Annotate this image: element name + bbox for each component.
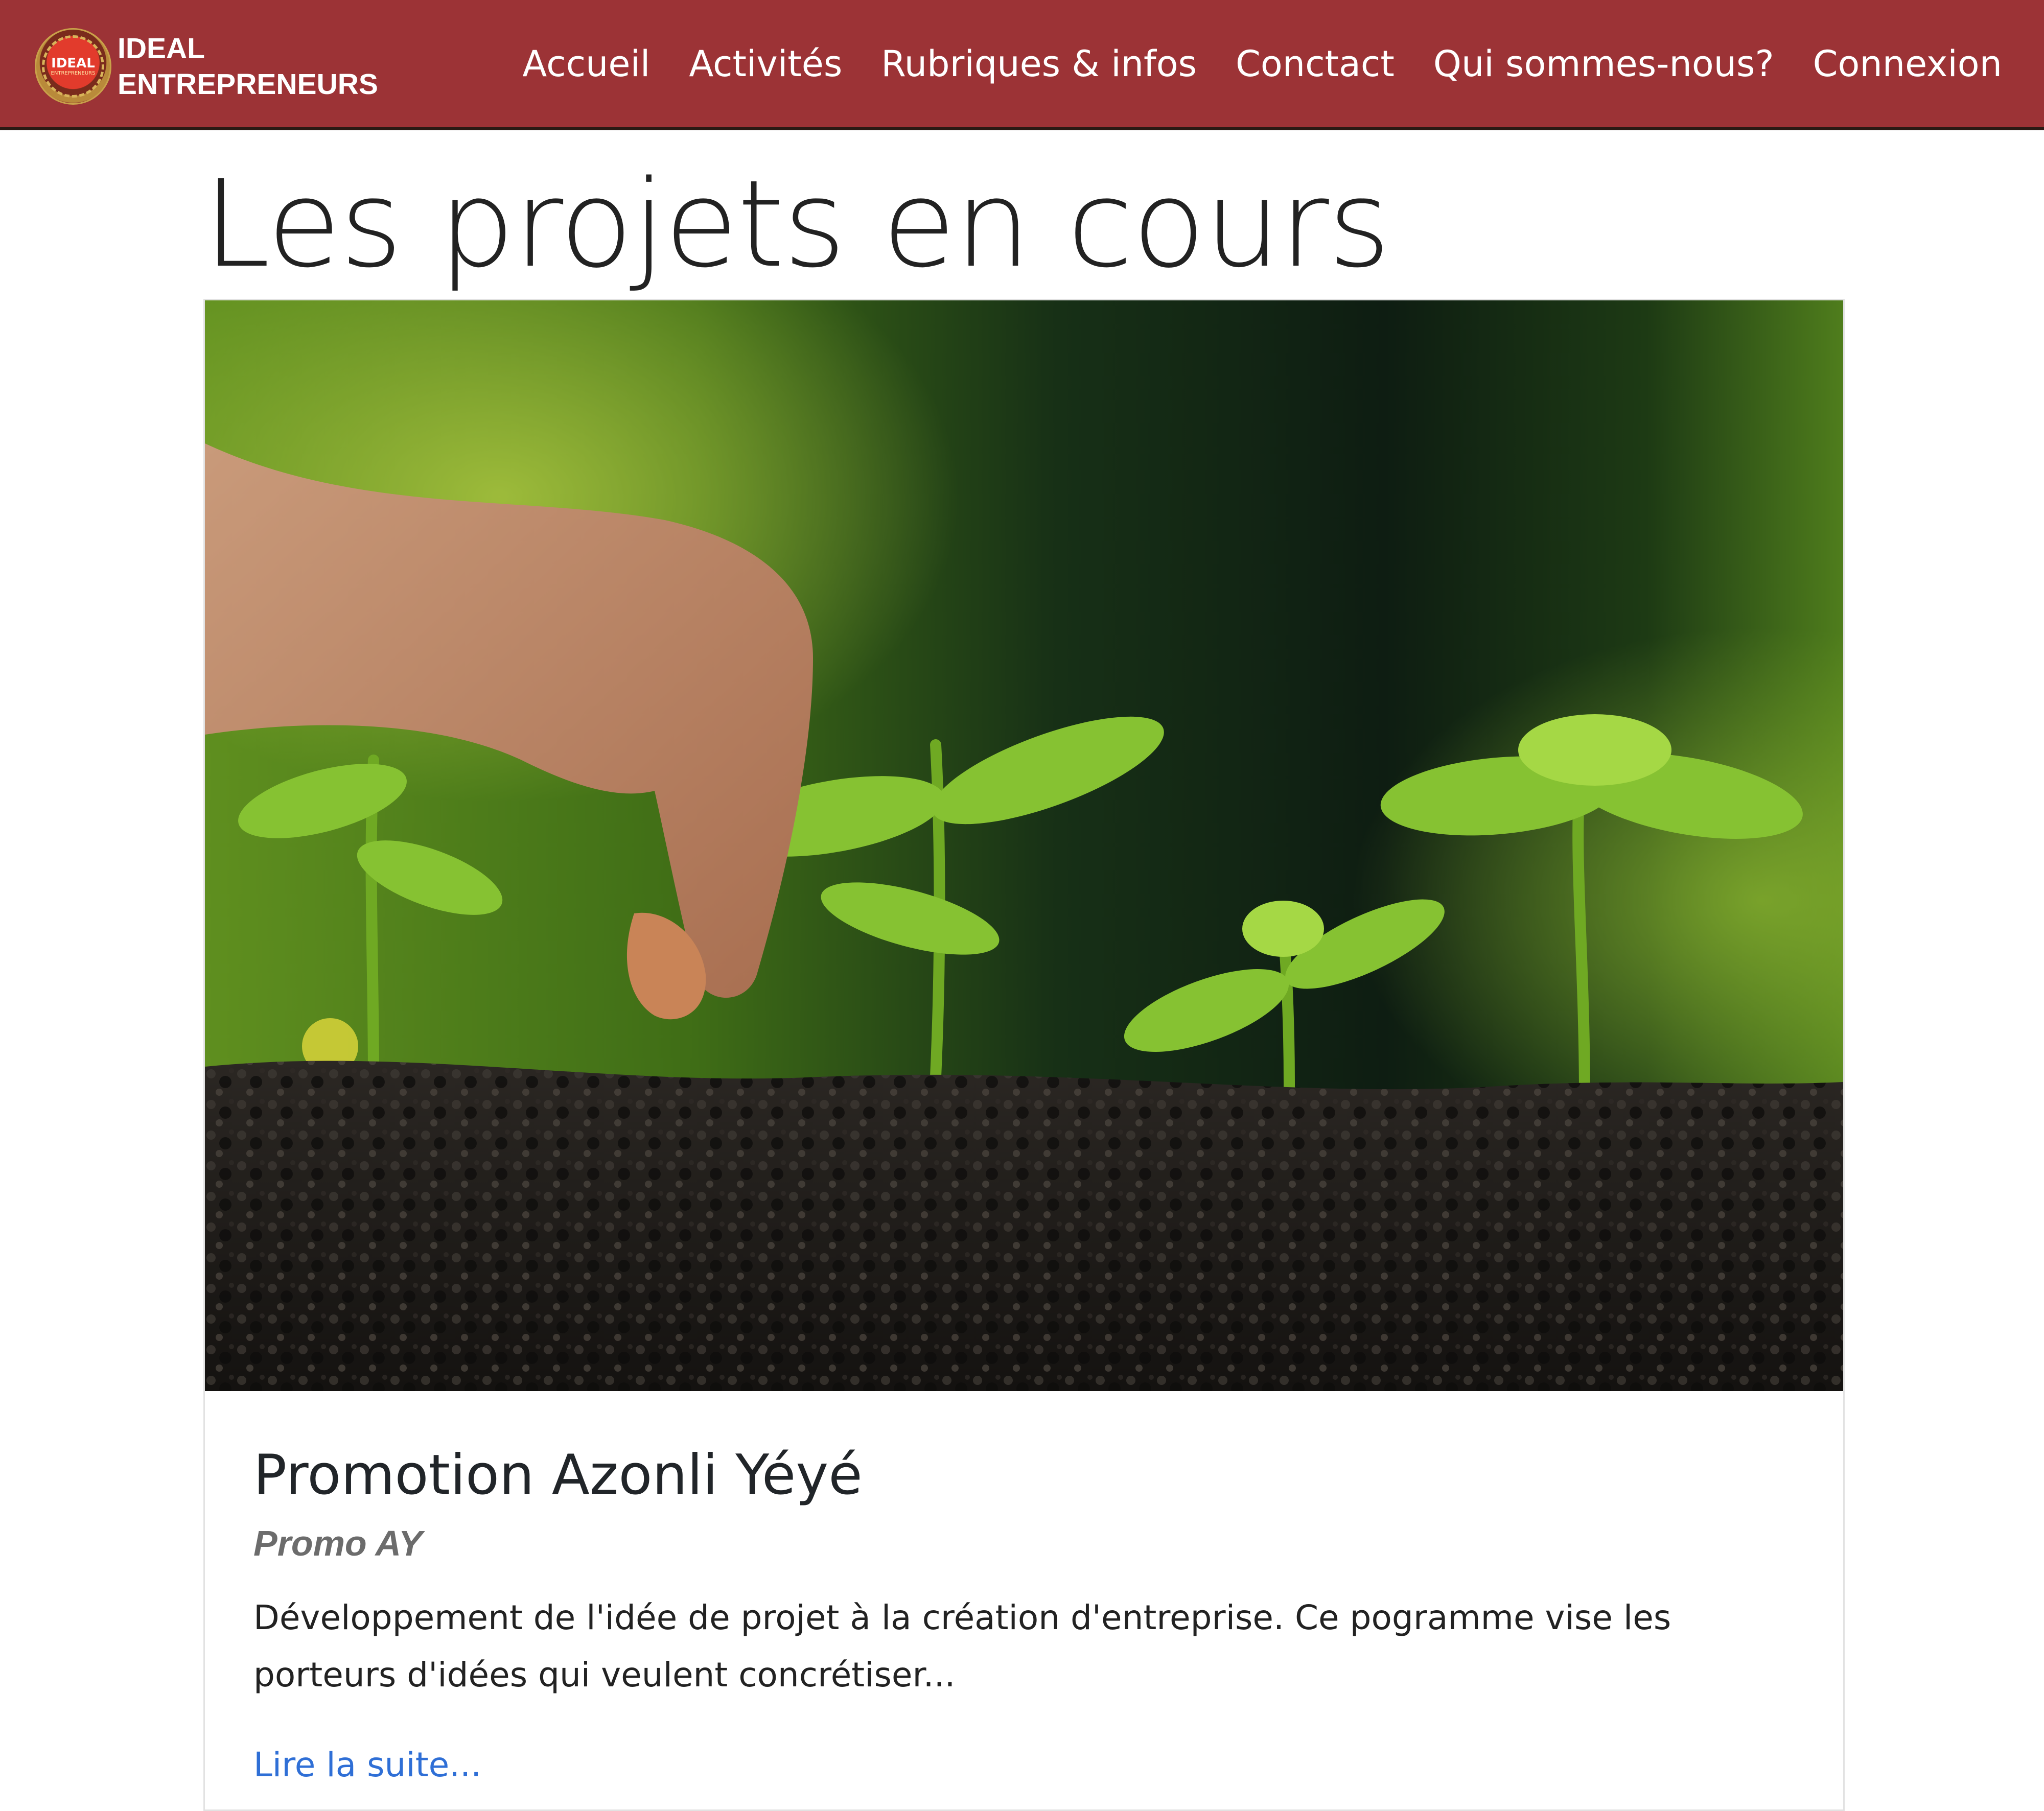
nav-item-accueil[interactable]: Accueil bbox=[522, 36, 650, 92]
brand-link[interactable]: IDEAL ENTREPRENEURS IDEAL ENTREPRENEURS bbox=[35, 28, 378, 105]
page-title: Les projets en cours bbox=[203, 155, 1390, 294]
project-image bbox=[205, 300, 1843, 1391]
logo-text: IDEAL bbox=[51, 56, 95, 71]
read-more-link[interactable]: Lire la suite... bbox=[253, 1742, 481, 1788]
project-subtitle: Promo AY bbox=[253, 1523, 423, 1563]
nav-item-qui-sommes-nous[interactable]: Qui sommes-nous? bbox=[1433, 36, 1774, 92]
brand-logo: IDEAL ENTREPRENEURS bbox=[35, 28, 111, 105]
top-navbar: IDEAL ENTREPRENEURS IDEAL ENTREPRENEURS … bbox=[0, 0, 2044, 130]
nav-item-activites[interactable]: Activités bbox=[689, 36, 842, 92]
project-title: Promotion Azonli Yéyé bbox=[253, 1443, 863, 1507]
main-nav: Accueil Activités Rubriques & infos Conc… bbox=[522, 36, 2002, 92]
nav-item-connexion[interactable]: Connexion bbox=[1813, 36, 2002, 92]
project-description: Développement de l'idée de projet à la c… bbox=[253, 1598, 1671, 1695]
project-card: Promotion Azonli Yéyé Promo AY Développe… bbox=[203, 299, 1845, 1811]
logo-subtext: ENTREPRENEURS bbox=[51, 70, 96, 76]
nav-item-contact[interactable]: Conctact bbox=[1236, 36, 1395, 92]
brand-name-line1: IDEAL bbox=[118, 32, 205, 65]
project-card-body: Promotion Azonli Yéyé Promo AY Développe… bbox=[253, 1440, 1786, 1788]
brand-name-line2: ENTREPRENEURS bbox=[118, 68, 378, 101]
brand-name: IDEAL ENTREPRENEURS bbox=[118, 31, 378, 102]
nav-item-rubriques-infos[interactable]: Rubriques & infos bbox=[881, 36, 1197, 92]
